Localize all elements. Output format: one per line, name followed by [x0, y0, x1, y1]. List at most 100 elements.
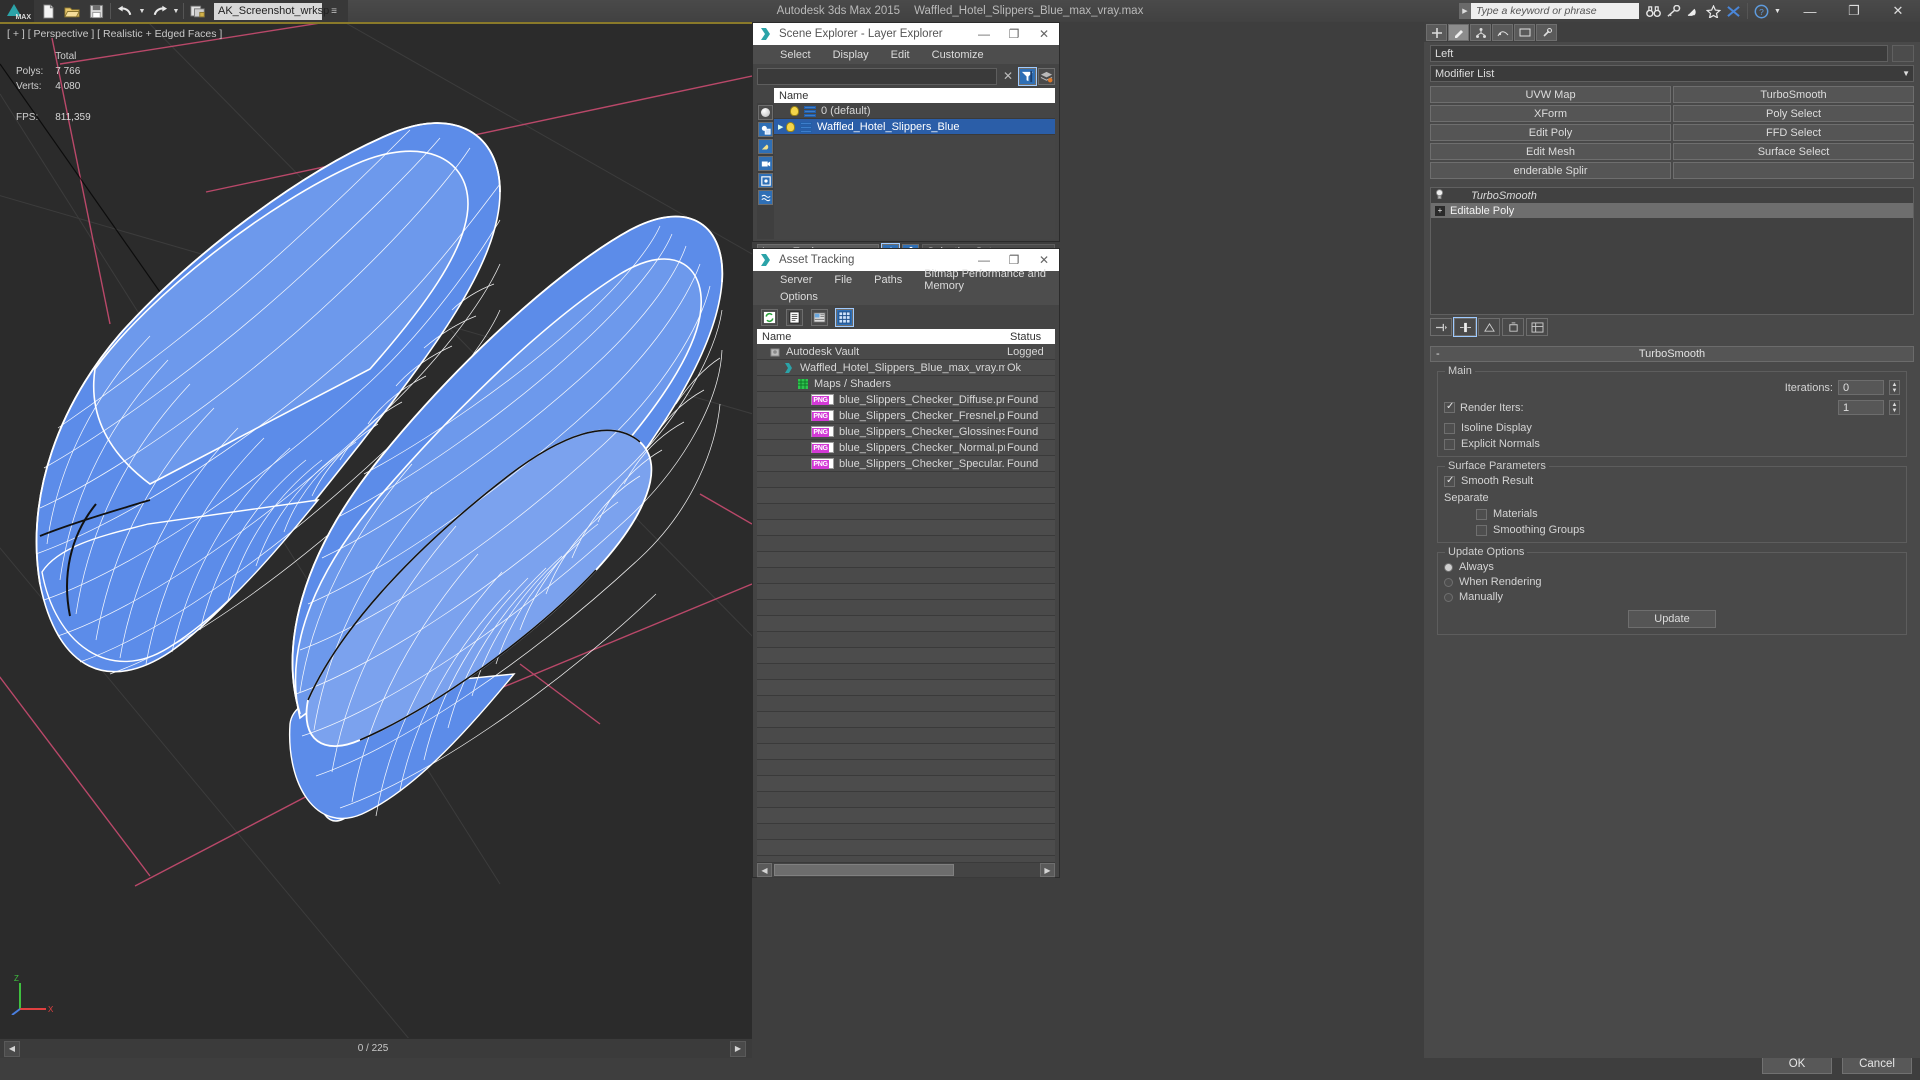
- path-view-icon[interactable]: [811, 308, 828, 326]
- helpers-filter-icon[interactable]: [758, 173, 773, 188]
- asset-column-status[interactable]: Status: [1005, 329, 1055, 344]
- stack-item-turbosmooth[interactable]: TurboSmooth: [1431, 188, 1913, 203]
- table-row[interactable]: Maps / Shaders: [757, 376, 1055, 392]
- menu-edit[interactable]: Edit: [880, 49, 921, 61]
- filter-icon[interactable]: [1018, 66, 1037, 86]
- modifier-poly-select-button[interactable]: Poly Select: [1673, 105, 1914, 122]
- clear-search-icon[interactable]: ✕: [999, 69, 1017, 83]
- spacewarp-filter-icon[interactable]: [758, 190, 773, 205]
- explicit-normals-checkbox[interactable]: [1444, 438, 1455, 450]
- scene-explorer-window[interactable]: Scene Explorer - Layer Explorer — ❐ ✕ Se…: [752, 22, 1060, 262]
- satellite-icon[interactable]: [1685, 3, 1702, 20]
- table-row[interactable]: PNG blue_Slippers_Checker_Normal.png Found: [757, 440, 1055, 456]
- close-icon[interactable]: ✕: [1029, 23, 1059, 45]
- expand-plus-icon[interactable]: +: [1435, 205, 1445, 216]
- stack-item-editable-poly[interactable]: + Editable Poly: [1431, 203, 1913, 218]
- scroll-right-icon[interactable]: ▶: [1040, 863, 1055, 877]
- show-end-result-icon[interactable]: [1453, 317, 1477, 337]
- render-iters-spinner-field[interactable]: 1: [1838, 400, 1884, 415]
- redo-dropdown-icon[interactable]: ▼: [171, 1, 181, 21]
- horizontal-scrollbar[interactable]: ◀ ▶: [757, 862, 1055, 878]
- list-view-icon[interactable]: [786, 308, 803, 326]
- modifier-edit-poly-button[interactable]: Edit Poly: [1430, 124, 1671, 141]
- menu-options[interactable]: Options: [769, 291, 829, 303]
- rollout-header-turbosmooth[interactable]: - TurboSmooth: [1430, 346, 1914, 362]
- table-row[interactable]: PNG blue_Slippers_Checker_Fresnel.png Foun…: [757, 408, 1055, 424]
- menu-customize[interactable]: Customize: [921, 49, 995, 61]
- viewport-label[interactable]: [ + ] [ Perspective ] [ Realistic + Edge…: [7, 28, 222, 40]
- update-manually-radio[interactable]: [1444, 592, 1453, 602]
- open-icon[interactable]: [60, 1, 84, 21]
- scrollbar-thumb[interactable]: [774, 864, 954, 876]
- asset-column-name[interactable]: Name: [757, 329, 1005, 344]
- perspective-viewport[interactable]: [ + ] [ Perspective ] [ Realistic + Edge…: [0, 22, 752, 1058]
- scene-explorer-search-input[interactable]: [757, 67, 997, 85]
- shapes-filter-icon[interactable]: [758, 122, 773, 137]
- workspace-selector[interactable]: AK_Screenshot_wrksp ▼: [214, 2, 337, 20]
- refresh-icon[interactable]: [761, 308, 778, 326]
- isoline-display-checkbox[interactable]: [1444, 422, 1455, 434]
- modifier-edit-mesh-button[interactable]: Edit Mesh: [1430, 143, 1671, 160]
- search-expand-icon[interactable]: ▶: [1459, 3, 1471, 19]
- maximize-icon[interactable]: ❐: [999, 23, 1029, 45]
- layer-manage-icon[interactable]: [1038, 67, 1055, 85]
- project-folder-icon[interactable]: [186, 1, 210, 21]
- menu-display[interactable]: Display: [822, 49, 880, 61]
- menu-bitmap-performance[interactable]: Bitmap Performance and Memory: [913, 268, 1059, 292]
- update-button[interactable]: Update: [1628, 610, 1716, 628]
- table-row[interactable]: Autodesk Vault Logged: [757, 344, 1055, 360]
- close-icon[interactable]: ✕: [1876, 0, 1920, 22]
- iterations-spinner-arrows[interactable]: ▲ ▼: [1889, 380, 1900, 395]
- exchange-icon[interactable]: [1725, 3, 1742, 20]
- redo-icon[interactable]: [147, 1, 171, 21]
- menu-server[interactable]: Server: [769, 274, 823, 286]
- next-frame-button[interactable]: ▶: [730, 1040, 746, 1057]
- tab-hierarchy[interactable]: [1470, 24, 1491, 41]
- iterations-spinner-field[interactable]: 0: [1838, 380, 1884, 395]
- tab-display[interactable]: [1514, 24, 1535, 41]
- table-row[interactable]: ▶ Waffled_Hotel_Slippers_Blue: [774, 119, 1055, 135]
- scroll-left-icon[interactable]: ◀: [757, 863, 772, 877]
- modifier-empty-button[interactable]: [1673, 162, 1914, 179]
- help-icon[interactable]: ?: [1753, 3, 1770, 20]
- key-icon[interactable]: [1665, 3, 1682, 20]
- prev-frame-button[interactable]: ◀: [4, 1040, 20, 1057]
- update-always-radio[interactable]: [1444, 562, 1453, 572]
- make-unique-icon[interactable]: [1478, 318, 1500, 336]
- modifier-uvw-map-button[interactable]: UVW Map: [1430, 86, 1671, 103]
- update-when-rendering-radio[interactable]: [1444, 577, 1453, 587]
- max-logo-icon[interactable]: MAX: [0, 0, 34, 22]
- scene-explorer-list[interactable]: 0 (default) ▶ Waffled_Hotel_Slippers_Blu…: [774, 103, 1055, 239]
- new-icon[interactable]: [36, 1, 60, 21]
- table-row[interactable]: PNG blue_Slippers_Checker_Specular.png Fou…: [757, 456, 1055, 472]
- render-iters-spinner-arrows[interactable]: ▲ ▼: [1889, 400, 1900, 415]
- lightbulb-icon[interactable]: [1435, 188, 1444, 203]
- star-icon[interactable]: [1705, 3, 1722, 20]
- table-row[interactable]: 0 (default): [774, 103, 1055, 119]
- lights-filter-icon[interactable]: [758, 139, 773, 154]
- modifier-list-dropdown[interactable]: Modifier List ▼: [1430, 65, 1914, 82]
- modifier-ffd-select-button[interactable]: FFD Select: [1673, 124, 1914, 141]
- lightbulb-icon[interactable]: [790, 105, 799, 116]
- pin-stack-icon[interactable]: [1430, 318, 1452, 336]
- undo-dropdown-icon[interactable]: ▼: [137, 1, 147, 21]
- modifier-surface-select-button[interactable]: Surface Select: [1673, 143, 1914, 160]
- object-name-field[interactable]: Left: [1430, 45, 1888, 62]
- object-color-swatch[interactable]: [1892, 45, 1914, 62]
- search-input[interactable]: Type a keyword or phrase: [1471, 3, 1639, 19]
- scene-explorer-titlebar[interactable]: Scene Explorer - Layer Explorer — ❐ ✕: [753, 23, 1059, 45]
- menu-file[interactable]: File: [823, 274, 863, 286]
- binoculars-icon[interactable]: [1645, 3, 1662, 20]
- modifier-stack[interactable]: TurboSmooth + Editable Poly: [1430, 187, 1914, 315]
- separate-smoothing-groups-checkbox[interactable]: [1476, 524, 1487, 536]
- table-row[interactable]: Waffled_Hotel_Slippers_Blue_max_vray.max…: [757, 360, 1055, 376]
- smooth-result-checkbox[interactable]: [1444, 475, 1455, 487]
- asset-tracking-window[interactable]: Asset Tracking — ❐ ✕ Server File Paths B…: [752, 248, 1060, 878]
- undo-icon[interactable]: [113, 1, 137, 21]
- remove-modifier-icon[interactable]: [1502, 318, 1524, 336]
- table-row[interactable]: PNG blue_Slippers_Checker_Glossiness.pngF…: [757, 424, 1055, 440]
- minimize-icon[interactable]: —: [969, 23, 999, 45]
- geometry-filter-icon[interactable]: [758, 105, 773, 120]
- table-row[interactable]: PNG blue_Slippers_Checker_Diffuse.png Foun…: [757, 392, 1055, 408]
- qat-overflow-icon[interactable]: ≡: [322, 1, 346, 21]
